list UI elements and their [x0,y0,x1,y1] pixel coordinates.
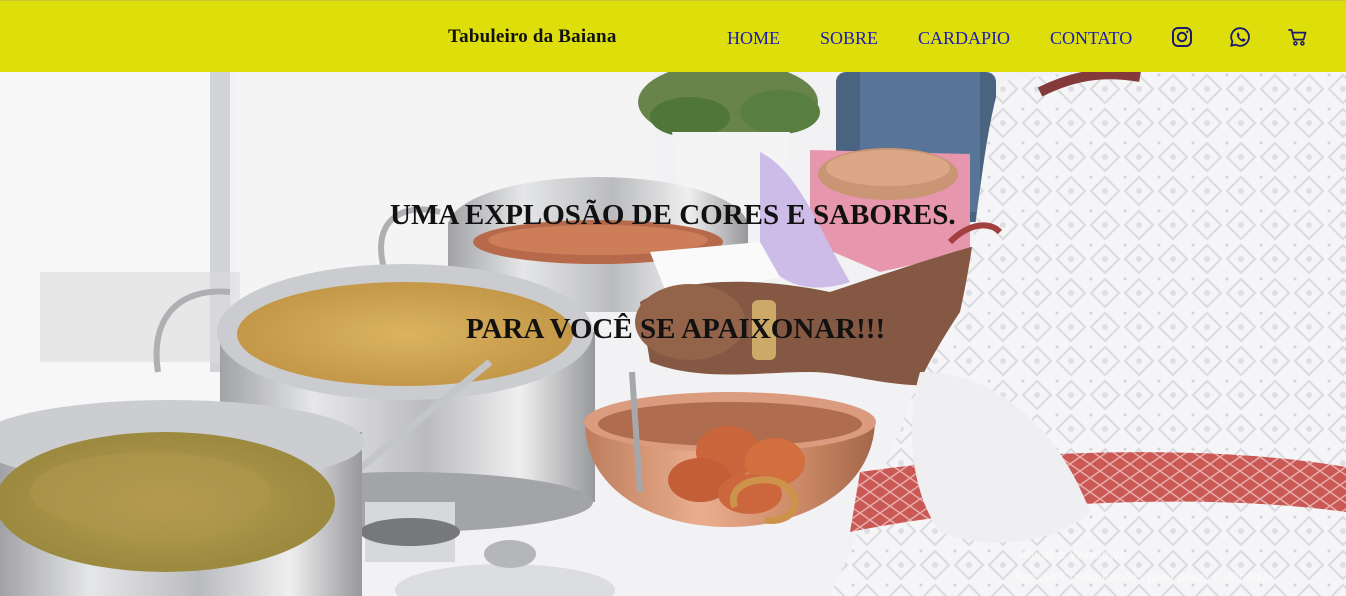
nav-contato[interactable]: CONTATO [1050,28,1132,49]
nav-home[interactable]: HOME [727,28,780,49]
nav-sobre[interactable]: SOBRE [820,28,878,49]
hero-headline-2: PARA VOCÊ SE APAIXONAR!!! [466,313,886,345]
windows-activation-title: Ativar o Windows [1018,546,1127,562]
hero-banner: UMA EXPLOSÃO DE CORES E SABORES. PARA VO… [0,72,1346,596]
hero-headline-1: UMA EXPLOSÃO DE CORES E SABORES. [390,199,956,231]
instagram-icon[interactable] [1171,26,1193,48]
whatsapp-icon[interactable] [1229,26,1251,48]
cart-icon[interactable] [1287,26,1309,48]
windows-activation-text: Acesse Configurações para ativar o Windo… [1014,569,1280,584]
nav-cardapio[interactable]: CARDAPIO [918,28,1010,49]
top-navbar: Tabuleiro da Baiana HOME SOBRE CARDAPIO … [0,0,1346,72]
brand-title[interactable]: Tabuleiro da Baiana [448,26,617,48]
